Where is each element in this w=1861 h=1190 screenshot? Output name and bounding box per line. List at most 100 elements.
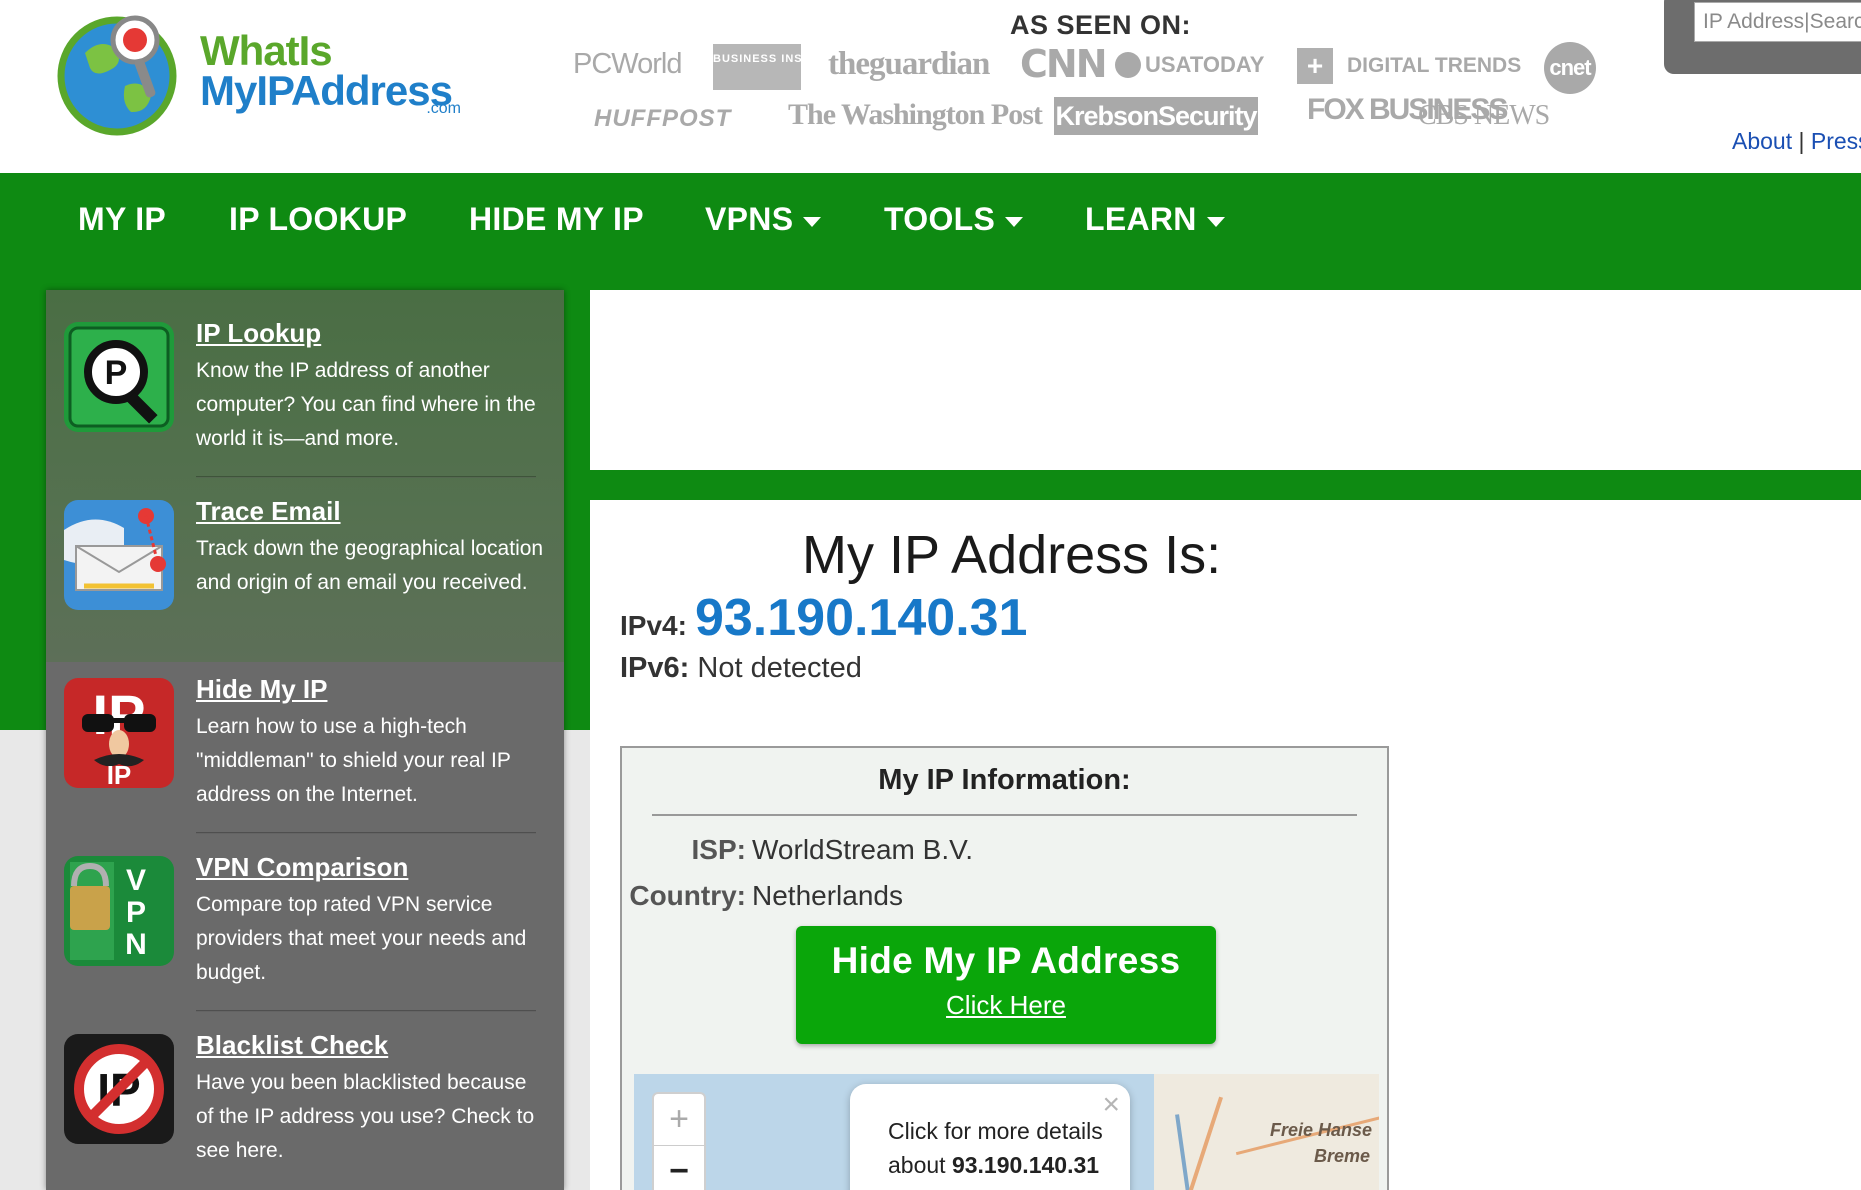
media-logo-digital-trends: + DIGITAL TRENDS (1297, 48, 1521, 84)
map-place-label: Breme (1314, 1146, 1371, 1166)
svg-text:V: V (126, 864, 146, 897)
sidebar-item-desc: Track down the geographical location and… (196, 537, 544, 594)
ipv4-value: 93.190.140.31 (694, 589, 1028, 647)
trace-email-icon (64, 500, 174, 610)
search-input[interactable] (1694, 2, 1861, 42)
map-popup[interactable]: × Click for more details about 93.190.14… (850, 1084, 1130, 1190)
isp-row: ISP: WorldStream B.V. (622, 834, 973, 866)
nav-label: VPNS (705, 201, 794, 237)
sidebar-item-desc: Compare top rated VPN service providers … (196, 893, 527, 984)
location-map[interactable]: Freie Hanse Breme + − × Click for more d… (634, 1074, 1379, 1190)
isp-label: ISP: (691, 834, 746, 865)
ad-placeholder (590, 290, 1861, 470)
media-logo-pcworld: PCWorld (573, 48, 682, 80)
media-logo-usatoday: USATODAY (1115, 52, 1264, 78)
popup-ip: 93.190.140.31 (951, 1152, 1100, 1178)
info-divider (652, 814, 1357, 816)
svg-text:P: P (126, 896, 146, 929)
country-value: Netherlands (752, 880, 903, 911)
hide-my-ip-icon: IP IP (64, 678, 174, 788)
sidebar-item-vpn-comparison[interactable]: V P N VPN Comparison Compare top rated V… (46, 824, 564, 1002)
media-logo-cnet: cnet (1544, 42, 1596, 94)
ipv6-value: Not detected (697, 652, 862, 684)
about-link[interactable]: About (1732, 128, 1792, 154)
logo-line-1: WhatIs (200, 27, 333, 74)
nav-label: MY IP (78, 201, 167, 237)
ipv6-label: IPv6: (620, 652, 690, 684)
digital-trends-text: DIGITAL TRENDS (1347, 54, 1522, 77)
usatoday-text: USATODAY (1145, 52, 1265, 77)
popup-text: Click for more details about 93.190.140.… (888, 1114, 1103, 1182)
isp-value: WorldStream B.V. (752, 834, 973, 865)
as-seen-on-title: AS SEEN ON: (1010, 10, 1192, 40)
main-nav: MY IP IP LOOKUP HIDE MY IP VPNS TOOLS LE… (0, 173, 1861, 290)
sidebar-item-blacklist-check[interactable]: IP Blacklist Check Have you been blackli… (46, 1002, 564, 1180)
blacklist-icon: IP (64, 1034, 174, 1144)
usatoday-dot-icon (1115, 52, 1141, 78)
site-header: WhatIs MyIPAddress .com AS SEEN ON: PCWo… (0, 0, 1861, 173)
click-here-link[interactable]: Click Here (946, 990, 1066, 1021)
sidebar-item-title[interactable]: Hide My IP (196, 674, 327, 705)
sidebar-item-title[interactable]: Trace Email (196, 496, 341, 527)
country-label: Country: (629, 880, 746, 911)
caret-down-icon (1206, 216, 1225, 227)
nav-my-ip[interactable]: MY IP (78, 201, 166, 238)
ipv6-row: IPv6: Not detected (620, 652, 862, 685)
popup-line-2-prefix: about (888, 1152, 946, 1178)
map-place-label: Freie Hanse (1270, 1120, 1373, 1140)
page-title: My IP Address Is: (802, 525, 1222, 585)
close-icon[interactable]: × (1102, 1088, 1120, 1122)
country-row: Country: Netherlands (622, 880, 903, 912)
logo-suffix: .com (426, 100, 461, 117)
ip-information-box: My IP Information: ISP: WorldStream B.V.… (620, 746, 1389, 1190)
caret-down-icon (803, 216, 822, 227)
sidebar-item-hide-my-ip[interactable]: IP IP Hide My IP Learn how to use a high… (46, 646, 564, 824)
ipv4-label: IPv4: (620, 610, 687, 641)
nav-label: LEARN (1085, 201, 1197, 237)
zoom-in-button[interactable]: + (654, 1094, 704, 1146)
hide-button-title: Hide My IP Address (831, 940, 1181, 981)
search-container (1664, 0, 1861, 74)
ipv4-row: IPv4: 93.190.140.31 (620, 588, 1027, 648)
plus-icon: + (1297, 48, 1333, 84)
ip-lookup-icon: P (64, 322, 174, 432)
media-logo-guardian: theguardian (828, 46, 990, 82)
nav-hide-my-ip[interactable]: HIDE MY IP (469, 201, 644, 238)
globe-logo-icon (57, 15, 177, 136)
nav-ip-lookup[interactable]: IP LOOKUP (229, 201, 407, 238)
nav-tools[interactable]: TOOLS (884, 201, 1024, 238)
svg-text:N: N (125, 928, 147, 961)
sidebar-item-trace-email[interactable]: Trace Email Track down the geographical … (46, 468, 564, 646)
svg-text:IP: IP (107, 760, 132, 788)
media-logo-cnn: CNN (1020, 42, 1107, 86)
sidebar-item-desc: Know the IP address of another computer?… (196, 359, 536, 450)
media-logo-washington-post: The Washington Post (788, 98, 1043, 131)
sidebar-item-title[interactable]: VPN Comparison (196, 852, 408, 883)
top-links: About | Press (1732, 128, 1861, 155)
media-logo-cbs-news: CBS NEWS (1418, 100, 1550, 131)
nav-label: HIDE MY IP (469, 201, 644, 237)
sidebar: P IP Lookup Know the IP address of anoth… (46, 290, 564, 1190)
nav-label: IP LOOKUP (229, 201, 408, 237)
popup-line-1: Click for more details (888, 1118, 1103, 1144)
media-logo-huffpost: HUFFPOST (594, 105, 732, 132)
hide-my-ip-button[interactable]: Hide My IP Address Click Here (796, 926, 1216, 1044)
sidebar-item-title[interactable]: IP Lookup (196, 318, 321, 349)
svg-text:P: P (105, 354, 128, 392)
info-title: My IP Information: (878, 764, 1131, 796)
nav-vpns[interactable]: VPNS (705, 201, 822, 238)
sidebar-item-desc: Learn how to use a high-tech "middleman"… (196, 715, 511, 806)
logo-line-2: MyIPAddress (200, 67, 453, 114)
zoom-out-button[interactable]: − (654, 1146, 704, 1190)
top-links-separator: | (1798, 128, 1805, 154)
map-zoom-control: + − (652, 1092, 706, 1190)
sidebar-item-desc: Have you been blacklisted because of the… (196, 1071, 535, 1162)
caret-down-icon (1005, 216, 1024, 227)
nav-learn[interactable]: LEARN (1085, 201, 1225, 238)
sidebar-item-title[interactable]: Blacklist Check (196, 1030, 388, 1061)
press-link[interactable]: Press (1811, 128, 1861, 154)
nav-label: TOOLS (884, 201, 996, 237)
sidebar-item-ip-lookup[interactable]: P IP Lookup Know the IP address of anoth… (46, 290, 564, 468)
site-logo[interactable]: WhatIs MyIPAddress .com (55, 8, 465, 138)
media-logo-krebs: KrebsonSecurity (1054, 97, 1258, 135)
